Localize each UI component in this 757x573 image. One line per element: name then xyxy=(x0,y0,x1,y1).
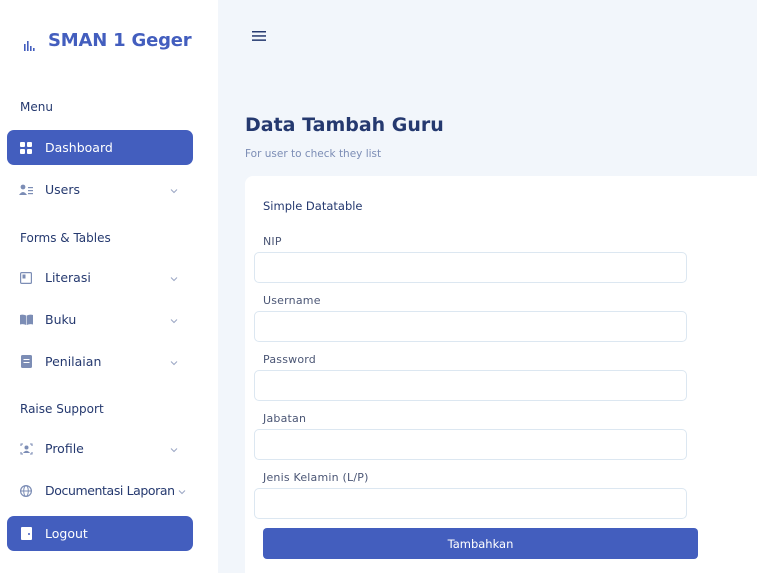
form-card: Simple Datatable NIP Username Password J… xyxy=(245,176,757,573)
jabatan-input[interactable] xyxy=(254,429,687,460)
page-title: Data Tambah Guru xyxy=(245,114,444,136)
book-icon xyxy=(19,313,33,327)
support-section-title: Raise Support xyxy=(20,402,104,416)
chevron-down-icon xyxy=(169,356,179,366)
sidebar-item-dashboard[interactable]: Dashboard xyxy=(7,130,193,165)
sidebar-item-buku[interactable]: Buku xyxy=(7,302,193,337)
chevron-down-icon xyxy=(169,314,179,324)
file-icon xyxy=(19,271,33,285)
brand[interactable]: SMAN 1 Geger xyxy=(22,30,192,51)
brand-title: SMAN 1 Geger xyxy=(48,30,192,51)
sidebar-item-documentasi[interactable]: Documentasi Laporan xyxy=(7,473,193,508)
nip-label: NIP xyxy=(263,235,282,248)
password-label: Password xyxy=(263,353,316,366)
person-badge-icon xyxy=(19,442,33,456)
tambahkan-button[interactable]: Tambahkan xyxy=(263,528,698,559)
menu-section-title: Menu xyxy=(20,100,53,114)
sidebar-item-literasi[interactable]: Literasi xyxy=(7,260,193,295)
sidebar-item-label: Dashboard xyxy=(45,140,113,155)
clipboard-icon xyxy=(19,355,33,369)
bar-chart-icon xyxy=(22,37,36,51)
password-input[interactable] xyxy=(254,370,687,401)
grid-icon xyxy=(19,141,33,155)
sidebar-item-profile[interactable]: Profile xyxy=(7,431,193,466)
hamburger-icon[interactable] xyxy=(251,28,267,42)
jenis-kelamin-label: Jenis Kelamin (L/P) xyxy=(263,471,369,484)
door-icon xyxy=(19,527,33,541)
sidebar-item-label: Logout xyxy=(45,526,88,541)
sidebar-item-logout[interactable]: Logout xyxy=(7,516,193,551)
chevron-down-icon xyxy=(169,443,179,453)
sidebar-item-users[interactable]: Users xyxy=(7,172,193,207)
sidebar-item-label: Documentasi Laporan xyxy=(45,483,175,498)
sidebar: SMAN 1 Geger Menu Dashboard Users Forms … xyxy=(0,0,218,573)
globe-icon xyxy=(19,484,33,498)
card-title: Simple Datatable xyxy=(263,199,363,213)
nip-input[interactable] xyxy=(254,252,687,283)
main-content: Data Tambah Guru For user to check they … xyxy=(218,0,757,573)
chevron-down-icon xyxy=(177,485,187,495)
page-subtitle: For user to check they list xyxy=(245,148,382,160)
sidebar-item-penilaian[interactable]: Penilaian xyxy=(7,344,193,379)
chevron-down-icon xyxy=(169,272,179,282)
jenis-kelamin-input[interactable] xyxy=(254,488,687,519)
forms-section-title: Forms & Tables xyxy=(20,231,111,245)
jabatan-label: Jabatan xyxy=(263,412,307,425)
chevron-down-icon xyxy=(169,184,179,194)
username-label: Username xyxy=(263,294,321,307)
username-input[interactable] xyxy=(254,311,687,342)
people-icon xyxy=(19,183,33,197)
